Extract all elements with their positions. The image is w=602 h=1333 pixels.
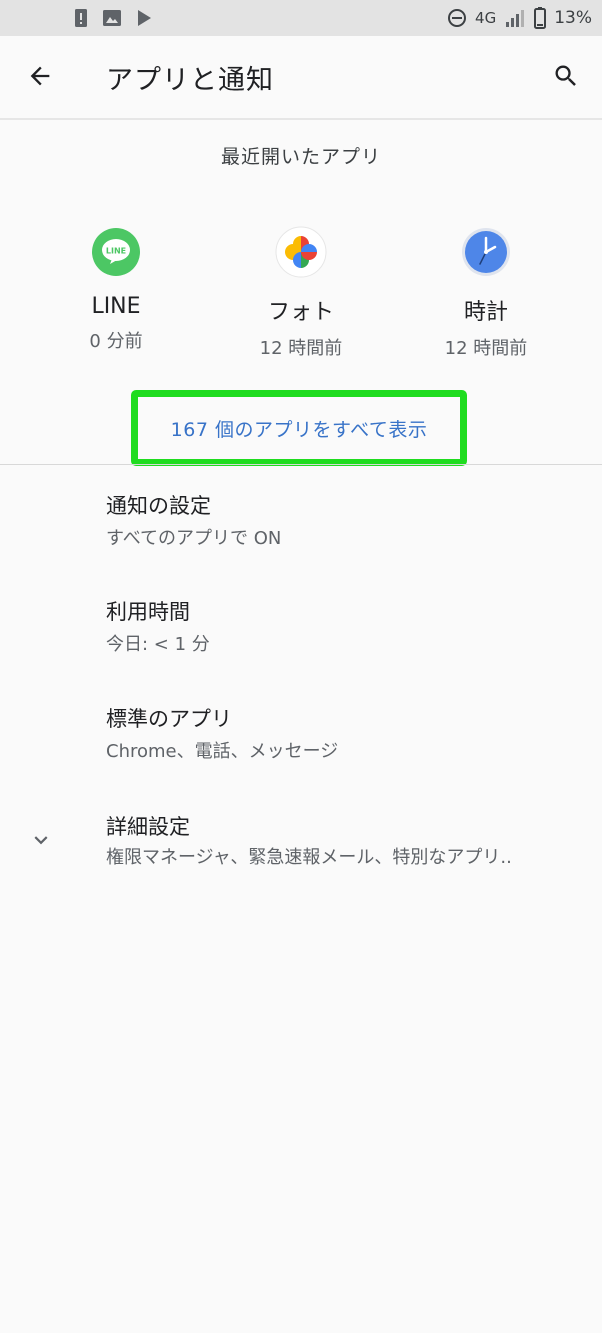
status-bar-system: 4G 13% [439, 7, 592, 29]
status-bar-notifications [74, 8, 166, 28]
app-last-used: 0 分前 [89, 331, 143, 352]
pref-title: 利用時間 [106, 600, 190, 624]
search-icon [552, 62, 580, 94]
pref-notifications[interactable]: 通知の設定 すべてのアプリで ON [0, 484, 602, 588]
pref-summary: 権限マネージャ、緊急速報メール、特別なアプリ.. [106, 847, 512, 868]
recent-app-photos[interactable]: フォト 12 時間前 [209, 224, 393, 366]
alert-icon [74, 8, 88, 28]
play-store-icon [136, 9, 152, 27]
network-type: 4G [475, 9, 497, 27]
chevron-down-icon [26, 825, 56, 855]
page-title: アプリと通知 [106, 65, 274, 96]
signal-icon [504, 8, 526, 28]
pref-screen-time[interactable]: 利用時間 今日: < 1 分 [0, 590, 602, 694]
app-name: フォト [267, 300, 334, 325]
clock-app-icon [458, 224, 514, 280]
pref-default-apps[interactable]: 標準のアプリ Chrome、電話、メッセージ [0, 696, 602, 800]
image-icon [102, 9, 122, 27]
recent-apps-heading: 最近開いたアプリ [220, 146, 381, 168]
app-name: LINE [91, 294, 141, 319]
recent-app-clock[interactable]: 時計 12 時間前 [394, 224, 578, 366]
section-divider [0, 464, 602, 465]
app-last-used: 12 時間前 [259, 338, 343, 359]
pref-advanced[interactable]: 詳細設定 権限マネージャ、緊急速報メール、特別なアプリ.. [0, 803, 602, 907]
battery-level: 13% [554, 8, 592, 28]
app-bar-divider [0, 118, 602, 120]
pref-summary: 今日: < 1 分 [106, 634, 210, 655]
pref-title: 詳細設定 [106, 815, 190, 839]
back-arrow-icon [26, 62, 54, 94]
app-last-used: 12 時間前 [444, 338, 528, 359]
line-app-icon: LINE [88, 224, 144, 280]
see-all-apps-highlight: 167 個のアプリをすべて表示 [131, 390, 467, 466]
battery-icon [534, 7, 547, 29]
google-photos-icon [273, 224, 329, 280]
pref-title: 通知の設定 [106, 494, 211, 518]
see-all-apps-button[interactable]: 167 個のアプリをすべて表示 [171, 415, 428, 442]
pref-title: 標準のアプリ [106, 707, 232, 731]
search-button[interactable] [540, 56, 592, 100]
back-button[interactable] [16, 56, 64, 100]
app-name: 時計 [463, 300, 508, 325]
pref-summary: Chrome、電話、メッセージ [106, 741, 339, 762]
pref-summary: すべてのアプリで ON [106, 528, 282, 549]
app-bar: アプリと通知 [0, 36, 602, 118]
status-bar: 4G 13% [0, 0, 602, 36]
do-not-disturb-icon [447, 8, 467, 28]
recent-app-line[interactable]: LINE LINE 0 分前 [24, 224, 208, 366]
svg-text:LINE: LINE [106, 247, 126, 256]
